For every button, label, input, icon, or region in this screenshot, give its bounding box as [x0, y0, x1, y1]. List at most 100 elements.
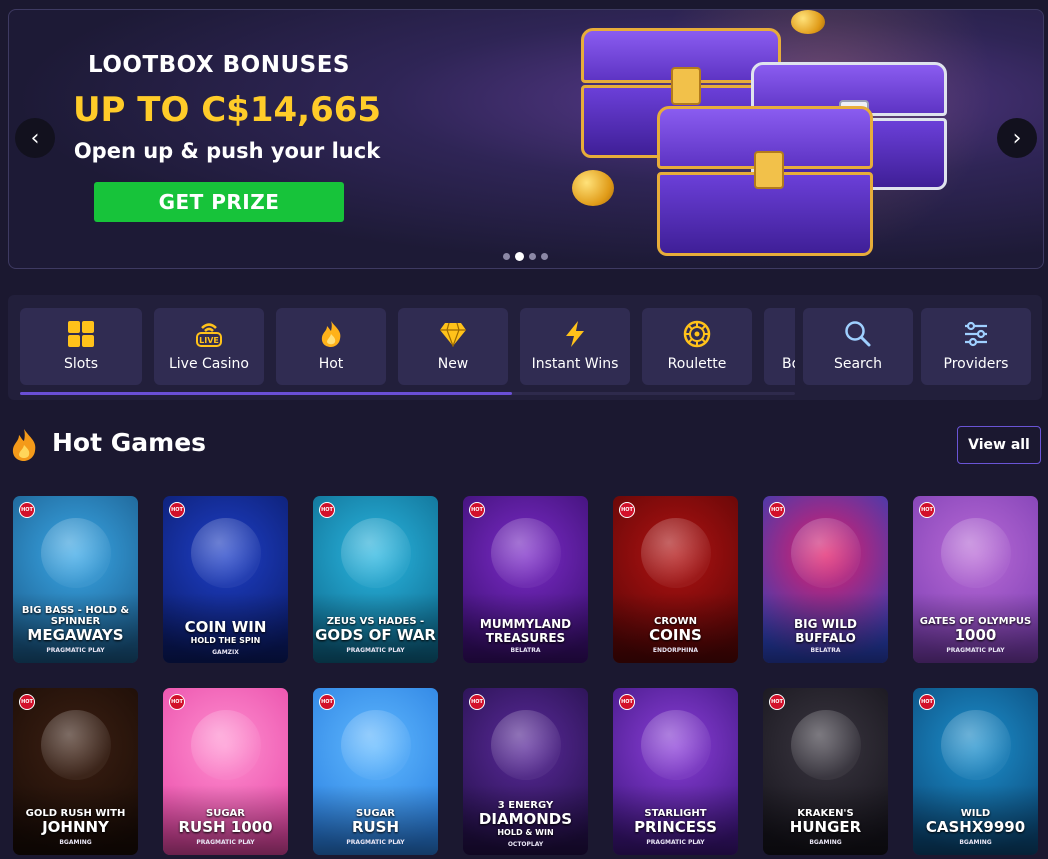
game-art-emblem: [940, 710, 1011, 780]
banner-amount: UP TO C$14,665: [72, 90, 382, 130]
flame-icon: [316, 319, 346, 349]
hot-badge: HOT: [169, 502, 185, 518]
category-hot[interactable]: Hot: [276, 308, 386, 385]
lightning-icon: [560, 319, 590, 349]
category-slots[interactable]: Slots: [20, 308, 142, 385]
game-provider: BELATRA: [810, 647, 841, 654]
category-label: Bo: [782, 356, 795, 372]
get-prize-button[interactable]: GET PRIZE: [94, 182, 344, 222]
game-art-emblem: [790, 710, 861, 780]
hot-badge: HOT: [919, 502, 935, 518]
view-all-button[interactable]: View all: [957, 426, 1041, 464]
slots-grid-icon: [66, 319, 96, 349]
game-title: MUMMYLAND TREASURES: [479, 617, 572, 645]
hot-badge: HOT: [619, 694, 635, 710]
hot-badge: HOT: [319, 502, 335, 518]
carousel-next-button[interactable]: ›: [997, 118, 1037, 158]
game-provider: BGAMING: [59, 839, 92, 846]
category-scroller[interactable]: Slots LIVE Live Casino Hot New Instant W…: [8, 295, 795, 400]
providers-label: Providers: [943, 356, 1009, 372]
live-icon: LIVE: [194, 319, 224, 349]
chevron-left-icon: ‹: [30, 125, 40, 151]
game-tile[interactable]: HOT BIG WILD BUFFALO BELATRA: [763, 496, 888, 663]
game-art-emblem: [490, 710, 561, 780]
game-title: HUNGER: [789, 818, 862, 836]
game-title-line1: BIG BASS - HOLD & SPINNER: [21, 605, 130, 627]
section-title: Hot Games: [52, 428, 207, 457]
game-tile[interactable]: HOT WILD CASHX9990 BGAMING: [913, 688, 1038, 855]
game-title: RUSH: [351, 818, 400, 836]
game-tile[interactable]: HOT ZEUS VS HADES - GODS OF WAR PRAGMATIC P…: [313, 496, 438, 663]
game-tile[interactable]: HOT BIG BASS - HOLD & SPINNER MEGAWAYS PRAG…: [13, 496, 138, 663]
carousel-dot[interactable]: [541, 253, 548, 260]
game-tile[interactable]: HOT CROWN COINS ENDORPHINA: [613, 496, 738, 663]
game-title: COINS: [649, 626, 702, 644]
game-tile[interactable]: HOT SUGAR RUSH 1000 PRAGMATIC PLAY: [163, 688, 288, 855]
hot-badge: HOT: [619, 502, 635, 518]
game-provider: PRAGMATIC PLAY: [946, 647, 1005, 654]
providers-button[interactable]: Providers: [921, 308, 1031, 385]
category-label: Slots: [63, 356, 99, 372]
game-title: GODS OF WAR: [315, 626, 436, 644]
category-label: Hot: [318, 356, 344, 372]
search-label: Search: [833, 356, 883, 372]
lootbox-chest-front: [657, 106, 873, 256]
game-tile[interactable]: HOT GATES OF OLYMPUS 1000 PRAGMATIC PLAY: [913, 496, 1038, 663]
banner-title: LOOTBOX BONUSES: [88, 52, 350, 78]
game-provider: BELATRA: [510, 647, 541, 654]
game-tile[interactable]: HOT MUMMYLAND TREASURES BELATRA: [463, 496, 588, 663]
category-label: Roulette: [667, 356, 727, 372]
game-art-emblem: [640, 710, 711, 780]
banner-subtitle: Open up & push your luck: [73, 139, 381, 163]
game-title: DIAMONDS: [478, 810, 573, 828]
game-tile[interactable]: HOT 3 ENERGY DIAMONDS HOLD & WIN OCTOPLAY: [463, 688, 588, 855]
game-title: MEGAWAYS: [27, 626, 124, 644]
carousel-dot-active[interactable]: [515, 252, 524, 261]
game-tile[interactable]: HOT GOLD RUSH WITH JOHNNY BGAMING: [13, 688, 138, 855]
svg-text:LIVE: LIVE: [199, 336, 219, 345]
game-tile[interactable]: HOT COIN WIN HOLD THE SPIN GAMZIX: [163, 496, 288, 663]
hot-badge: HOT: [169, 694, 185, 710]
category-live-casino[interactable]: LIVE Live Casino: [154, 308, 264, 385]
category-new[interactable]: New: [398, 308, 508, 385]
carousel-dot[interactable]: [529, 253, 536, 260]
category-bonus[interactable]: Bo: [764, 308, 795, 385]
promo-banner[interactable]: LOOTBOX BONUSES UP TO C$14,665 Open up &…: [8, 9, 1044, 269]
game-provider: PRAGMATIC PLAY: [346, 647, 405, 654]
hot-badge: HOT: [469, 694, 485, 710]
game-provider: PRAGMATIC PLAY: [346, 839, 405, 846]
diamond-icon: [438, 319, 468, 349]
game-tile[interactable]: HOT STARLIGHT PRINCESS PRAGMATIC PLAY: [613, 688, 738, 855]
hot-badge: HOT: [19, 694, 35, 710]
roulette-icon: [682, 319, 712, 349]
category-instant-wins[interactable]: Instant Wins: [520, 308, 630, 385]
game-art-emblem: [190, 518, 261, 588]
game-art-emblem: [790, 518, 861, 588]
carousel-prev-button[interactable]: ‹: [15, 118, 55, 158]
game-art-emblem: [490, 518, 561, 588]
game-provider: BGAMING: [959, 839, 992, 846]
game-art-emblem: [190, 710, 261, 780]
category-scroll-thumb[interactable]: [20, 392, 512, 395]
game-title: RUSH 1000: [178, 818, 273, 836]
game-tile[interactable]: HOT SUGAR RUSH PRAGMATIC PLAY: [313, 688, 438, 855]
gold-coin-icon: [791, 10, 825, 34]
game-subtitle: HOLD & WIN: [497, 828, 554, 837]
category-label: Live Casino: [168, 356, 249, 372]
game-title: COIN WIN: [184, 618, 267, 636]
category-bar: Slots LIVE Live Casino Hot New Instant W…: [8, 295, 1042, 400]
search-button[interactable]: Search: [803, 308, 913, 385]
hot-badge: HOT: [319, 694, 335, 710]
game-provider: PRAGMATIC PLAY: [46, 647, 105, 654]
gold-coin-icon: [572, 170, 614, 206]
game-title: CASHX9990: [925, 818, 1026, 836]
category-roulette[interactable]: Roulette: [642, 308, 752, 385]
game-title: 1000: [954, 626, 997, 644]
game-provider: OCTOPLAY: [507, 841, 544, 848]
game-art-emblem: [940, 518, 1011, 588]
game-art-emblem: [40, 518, 111, 588]
game-tile[interactable]: HOT KRAKEN'S HUNGER BGAMING: [763, 688, 888, 855]
category-label: New: [437, 356, 469, 372]
game-title: BIG WILD BUFFALO: [794, 617, 857, 645]
carousel-dot[interactable]: [503, 253, 510, 260]
